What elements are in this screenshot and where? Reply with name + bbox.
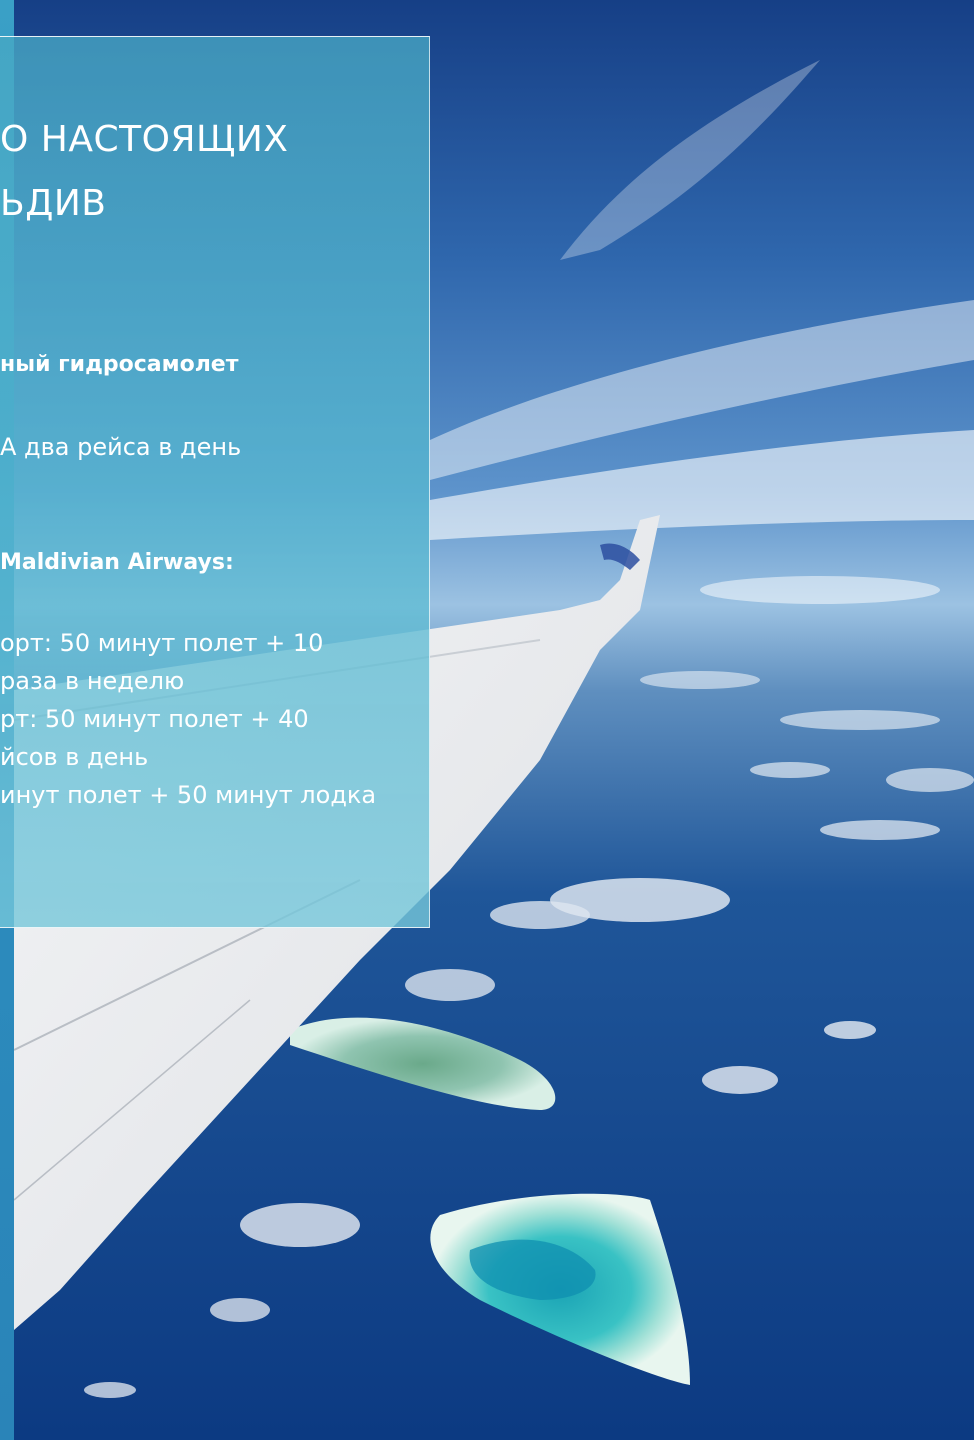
panel-title-line-1: О НАСТОЯЩИХ	[0, 119, 289, 160]
panel-heading-seaplane: ный гидросамолет	[0, 352, 239, 377]
slide: О НАСТОЯЩИХ ЬДИВ ный гидросамолет А два …	[0, 0, 974, 1440]
panel-title: О НАСТОЯЩИХ ЬДИВ	[0, 108, 430, 236]
schedule-line: инут полет + 50 минут лодка	[0, 781, 377, 809]
schedule-line: раза в неделю	[0, 667, 185, 695]
panel-title-line-2: ЬДИВ	[0, 183, 107, 224]
schedule-line: орт: 50 минут полет + 10	[0, 629, 324, 657]
schedule-line: йсов в день	[0, 743, 149, 771]
panel-heading-airline: Maldivian Airways:	[0, 550, 234, 575]
schedule-line: рт: 50 минут полет + 40	[0, 705, 309, 733]
panel-schedule: орт: 50 минут полет + 10 раза в неделю р…	[0, 624, 376, 814]
panel-line-flights: А два рейса в день	[0, 433, 242, 461]
